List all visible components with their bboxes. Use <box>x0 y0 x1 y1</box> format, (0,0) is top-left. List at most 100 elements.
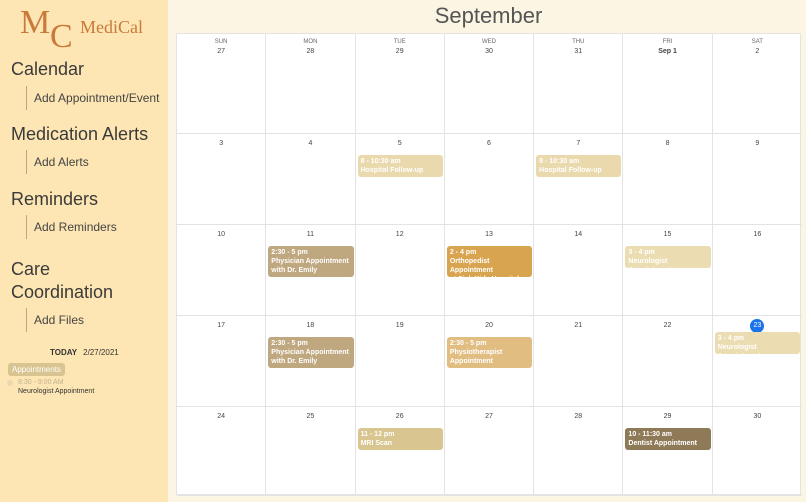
calendar-event[interactable]: 2 - 4 pm Orthopedist Appointmentat Sick K… <box>446 246 533 277</box>
appointment-dot-icon <box>7 380 13 386</box>
calendar-day-cell[interactable]: 24 <box>177 407 267 495</box>
event-title: Neurologist Appointment <box>717 344 761 354</box>
event-title: Dentist Appointment <box>628 440 697 447</box>
calendar-day-cell[interactable]: 25 <box>266 407 356 495</box>
event-time: 2:30 - 5 pm <box>449 340 487 347</box>
weekday-label: FRI <box>662 39 673 45</box>
day-number: 6 <box>487 140 491 147</box>
calendar-day-cell[interactable]: 15 <box>623 225 713 315</box>
day-number: 23 <box>750 319 765 333</box>
calendar-event[interactable]: 8 - 10:30 am Hospital Follow-up <box>536 155 622 177</box>
section-title-reminders: Reminders <box>11 189 99 209</box>
event-time: 3 - 4 pm <box>717 335 745 342</box>
calendar-day-cell[interactable]: 26 <box>356 407 445 495</box>
calendar-week-row: 24 25 26 27 28 29 30 <box>177 407 802 496</box>
weekday-label: MON <box>303 39 318 45</box>
calendar-day-cell[interactable]: 14 <box>534 225 624 315</box>
calendar-day-cell[interactable]: 22 <box>623 316 713 406</box>
event-title: Orthopedist Appointment <box>449 258 494 274</box>
calendar-event[interactable]: 2:30 - 5 pm Physician Appointment with Dr.… <box>268 246 354 277</box>
day-number: 12 <box>395 231 404 238</box>
calendar-day-cell[interactable]: 9 <box>713 134 802 224</box>
calendar-day-cell[interactable]: 4 <box>266 134 356 224</box>
calendar-event[interactable]: 10 - 11:30 am Dentist Appointment <box>625 428 711 450</box>
event-time: 8 - 10:30 am <box>539 158 580 165</box>
today-appointment-title[interactable]: Neurologist Appointment <box>18 388 94 395</box>
add-reminders-link[interactable]: Add Reminders <box>26 215 117 239</box>
day-number: 26 <box>395 413 404 420</box>
calendar-day-cell[interactable]: 30 <box>713 407 802 495</box>
today-date: 2/27/2021 <box>83 348 119 357</box>
calendar-week-row: 3 4 5 6 7 8 9 <box>177 134 802 225</box>
day-number: 29 <box>395 48 404 55</box>
calendar-day-cell[interactable]: THU 31 <box>534 34 624 133</box>
calendar-day-cell[interactable]: 21 <box>534 316 624 406</box>
event-title: Physician Appointment <box>271 349 349 356</box>
calendar-day-cell[interactable]: 12 <box>356 225 445 315</box>
calendar-event[interactable]: 3 - 4 pm Neurologist Appointment <box>625 246 711 268</box>
today-header: TODAY 2/27/2021 <box>50 348 119 357</box>
calendar-day-cell[interactable]: 7 <box>534 134 624 224</box>
section-title-coordination: Coordination <box>11 282 114 302</box>
calendar-day-cell[interactable]: FRI Sep 1 <box>623 34 713 133</box>
app-name: MediCal <box>80 17 143 37</box>
month-title: September <box>434 3 543 28</box>
event-title: Hospital Follow-up <box>360 167 424 174</box>
add-alerts-link[interactable]: Add Alerts <box>26 150 89 174</box>
calendar-day-cell[interactable]: WED 30 <box>445 34 535 133</box>
day-number: 31 <box>574 48 583 55</box>
calendar-day-cell[interactable]: 8 <box>623 134 713 224</box>
calendar-day-cell[interactable]: 29 <box>623 407 713 495</box>
calendar-event[interactable]: 2:30 - 5 pm Physiotherapist Appointment <box>446 337 533 368</box>
calendar-event[interactable]: 11 - 12 pm MRI Scan <box>357 428 443 450</box>
day-number: 4 <box>308 140 313 147</box>
calendar-event[interactable]: 3 - 4 pm Neurologist Appointment <box>714 332 800 354</box>
add-appointment-link[interactable]: Add Appointment/Event <box>26 86 159 110</box>
calendar-event[interactable]: 8 - 10:30 am Hospital Follow-up <box>357 155 443 177</box>
calendar-day-cell[interactable]: 27 <box>445 407 535 495</box>
appointments-badge[interactable]: Appointments <box>8 363 65 376</box>
day-number: 25 <box>306 413 315 420</box>
day-number: 27 <box>217 48 226 55</box>
day-number: 10 <box>217 231 226 238</box>
event-title-line2: with Dr. Emily <box>271 358 318 365</box>
calendar-day-cell[interactable]: SUN 27 <box>177 34 267 133</box>
day-number: 17 <box>217 322 226 329</box>
calendar-grid: SUN 27 MON 28 TUE 29 WED 30 THU 31 FRI Sep 1 SAT 2 3 4 5… <box>176 33 802 496</box>
section-title-care: Care <box>11 259 51 279</box>
calendar-day-cell[interactable]: MON 28 <box>266 34 356 133</box>
calendar-day-cell[interactable]: TUE 29 <box>356 34 445 133</box>
day-number: 7 <box>576 140 581 147</box>
calendar-day-cell[interactable]: 6 <box>445 134 535 224</box>
event-time: 8 - 10:30 am <box>360 158 401 165</box>
calendar-day-cell[interactable]: 23 <box>713 316 802 406</box>
section-title-calendar: Calendar <box>11 59 85 79</box>
add-files-link[interactable]: Add Files <box>26 308 84 332</box>
calendar-day-cell[interactable]: 10 <box>177 225 267 315</box>
event-title: Physiotherapist <box>449 349 503 356</box>
event-title: Physician Appointment <box>271 258 349 265</box>
day-number: 27 <box>485 413 493 420</box>
event-time: 2 - 4 pm <box>449 249 477 256</box>
event-title-line2: with Dr. Emily <box>271 267 318 274</box>
weekday-label: SUN <box>214 39 228 45</box>
calendar-day-cell[interactable]: 19 <box>356 316 445 406</box>
logo-letter-m: M <box>20 4 51 41</box>
calendar-event[interactable]: 2:30 - 5 pm Physician Appointment with Dr.… <box>268 337 354 368</box>
calendar-day-cell[interactable]: 28 <box>534 407 624 495</box>
event-title: MRI Scan <box>360 440 393 447</box>
calendar-day-cell[interactable]: 16 <box>713 225 802 315</box>
app-logo[interactable]: M C MediCal <box>20 4 165 55</box>
event-title: Neurologist Appointment <box>628 258 671 268</box>
calendar-day-cell[interactable]: SAT 2 <box>713 34 802 133</box>
calendar-day-cell[interactable]: 5 <box>356 134 445 224</box>
day-number: 30 <box>753 413 762 420</box>
day-number: 8 <box>665 140 670 147</box>
day-number: 5 <box>397 140 402 147</box>
calendar-day-cell[interactable]: 3 <box>177 134 267 224</box>
section-title-medication-alerts: Medication Alerts <box>11 124 149 144</box>
day-number: 11 <box>306 231 315 238</box>
day-number: 22 <box>663 322 672 329</box>
day-number: 18 <box>306 322 315 329</box>
calendar-day-cell[interactable]: 17 <box>177 316 267 406</box>
